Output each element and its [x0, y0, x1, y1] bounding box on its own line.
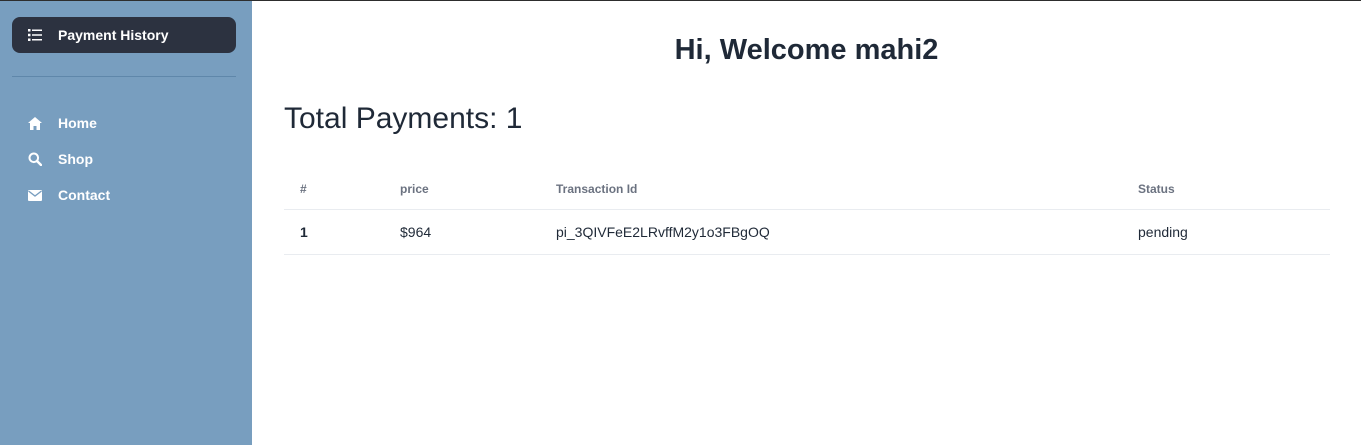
sidebar-item-home[interactable]: Home	[28, 105, 110, 141]
total-payments-heading: Total Payments: 1	[284, 102, 523, 135]
main-content: Hi, Welcome mahi2 Total Payments: 1 # pr…	[252, 1, 1361, 445]
list-icon	[28, 28, 42, 42]
row-transaction-id: pi_3QIVFeE2LRvffM2y1o3FBgOQ	[556, 224, 770, 240]
sidebar-item-contact[interactable]: Contact	[28, 177, 110, 213]
sidebar-nav: Home Shop Contact	[28, 105, 110, 213]
sidebar-divider	[12, 76, 236, 77]
envelope-icon	[28, 188, 42, 202]
row-index: 1	[300, 224, 308, 240]
sidebar: Payment History Home Shop Contact	[0, 1, 252, 445]
table-header-row: # price Transaction Id Status	[284, 169, 1330, 210]
home-icon	[28, 116, 42, 130]
column-header-transaction-id: Transaction Id	[556, 182, 638, 196]
sidebar-item-shop[interactable]: Shop	[28, 141, 110, 177]
column-header-status: Status	[1138, 182, 1175, 196]
row-price: $964	[400, 224, 432, 240]
sidebar-item-label: Payment History	[58, 27, 169, 43]
sidebar-item-label: Home	[58, 115, 97, 131]
column-header-price: price	[400, 182, 429, 196]
payments-table: # price Transaction Id Status 1 $964 pi_…	[284, 169, 1330, 255]
welcome-heading: Hi, Welcome mahi2	[674, 34, 939, 66]
table-row: 1 $964 pi_3QIVFeE2LRvffM2y1o3FBgOQ pendi…	[284, 210, 1330, 255]
sidebar-item-label: Shop	[58, 151, 93, 167]
search-icon	[28, 152, 42, 166]
sidebar-item-payment-history[interactable]: Payment History	[12, 17, 236, 53]
column-header-index: #	[300, 182, 307, 196]
app: Payment History Home Shop Contact Hi, We…	[0, 0, 1361, 445]
row-status: pending	[1138, 224, 1188, 240]
sidebar-item-label: Contact	[58, 187, 111, 203]
